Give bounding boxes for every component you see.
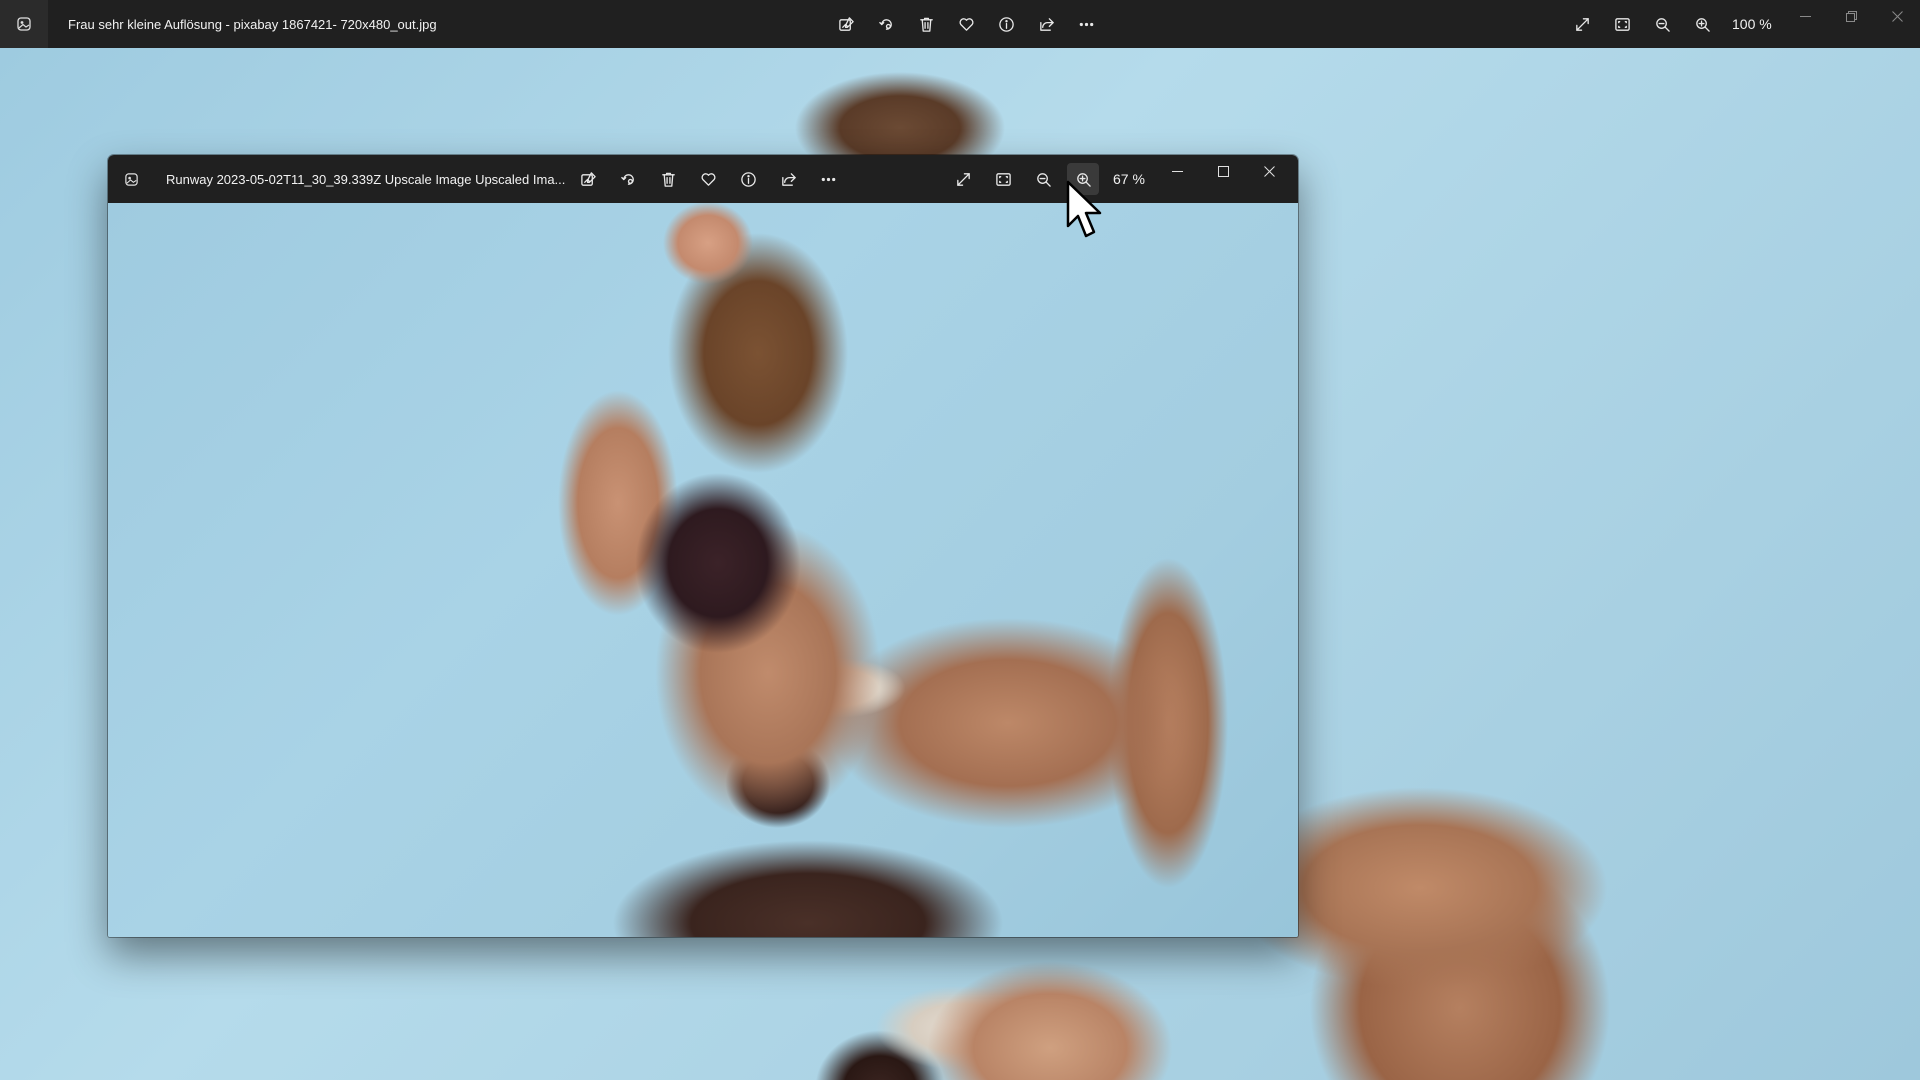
main-view-group: 100 % (1562, 8, 1772, 40)
main-zoom-level: 100 % (1732, 16, 1772, 32)
floating-window-title: Runway 2023-05-02T11_30_39.339Z Upscale … (166, 171, 566, 187)
floating-window-controls (1154, 155, 1292, 187)
minimize-button[interactable] (1154, 155, 1200, 187)
floating-toolbar: Runway 2023-05-02T11_30_39.339Z Upscale … (108, 155, 1298, 203)
floating-zoom-level: 67 % (1113, 171, 1145, 187)
delete-icon[interactable] (652, 163, 684, 195)
minimize-button[interactable] (1782, 0, 1828, 32)
zoom-out-icon[interactable] (1646, 8, 1678, 40)
main-window-title: Frau sehr kleine Auflösung - pixabay 186… (68, 16, 437, 32)
close-button[interactable] (1874, 0, 1920, 32)
rotate-icon[interactable] (612, 163, 644, 195)
share-icon[interactable] (772, 163, 804, 195)
restore-button[interactable] (1828, 0, 1874, 32)
info-icon[interactable] (990, 8, 1022, 40)
edit-image-icon[interactable] (830, 8, 862, 40)
more-icon[interactable] (1070, 8, 1102, 40)
info-icon[interactable] (732, 163, 764, 195)
edit-image-icon[interactable] (572, 163, 604, 195)
fit-to-window-icon[interactable] (1606, 8, 1638, 40)
photos-app-icon (0, 0, 48, 48)
main-action-group (826, 8, 1106, 40)
mouse-pointer-icon (1066, 180, 1102, 238)
share-icon[interactable] (1030, 8, 1062, 40)
favorite-icon[interactable] (950, 8, 982, 40)
floating-photos-window: Runway 2023-05-02T11_30_39.339Z Upscale … (108, 155, 1298, 937)
floating-action-group (568, 163, 848, 195)
favorite-icon[interactable] (692, 163, 724, 195)
main-toolbar: Frau sehr kleine Auflösung - pixabay 186… (0, 0, 1920, 48)
more-icon[interactable] (812, 163, 844, 195)
zoom-out-icon[interactable] (1027, 163, 1059, 195)
fullscreen-icon[interactable] (947, 163, 979, 195)
fullscreen-icon[interactable] (1566, 8, 1598, 40)
delete-icon[interactable] (910, 8, 942, 40)
floating-photo-view[interactable] (108, 203, 1298, 937)
close-button[interactable] (1246, 155, 1292, 187)
floating-view-group: 67 % (943, 163, 1145, 195)
zoom-in-icon[interactable] (1686, 8, 1718, 40)
main-window-controls (1782, 0, 1920, 32)
fit-to-window-icon[interactable] (987, 163, 1019, 195)
photos-app-icon (108, 155, 154, 203)
maximize-button[interactable] (1200, 155, 1246, 187)
rotate-icon[interactable] (870, 8, 902, 40)
